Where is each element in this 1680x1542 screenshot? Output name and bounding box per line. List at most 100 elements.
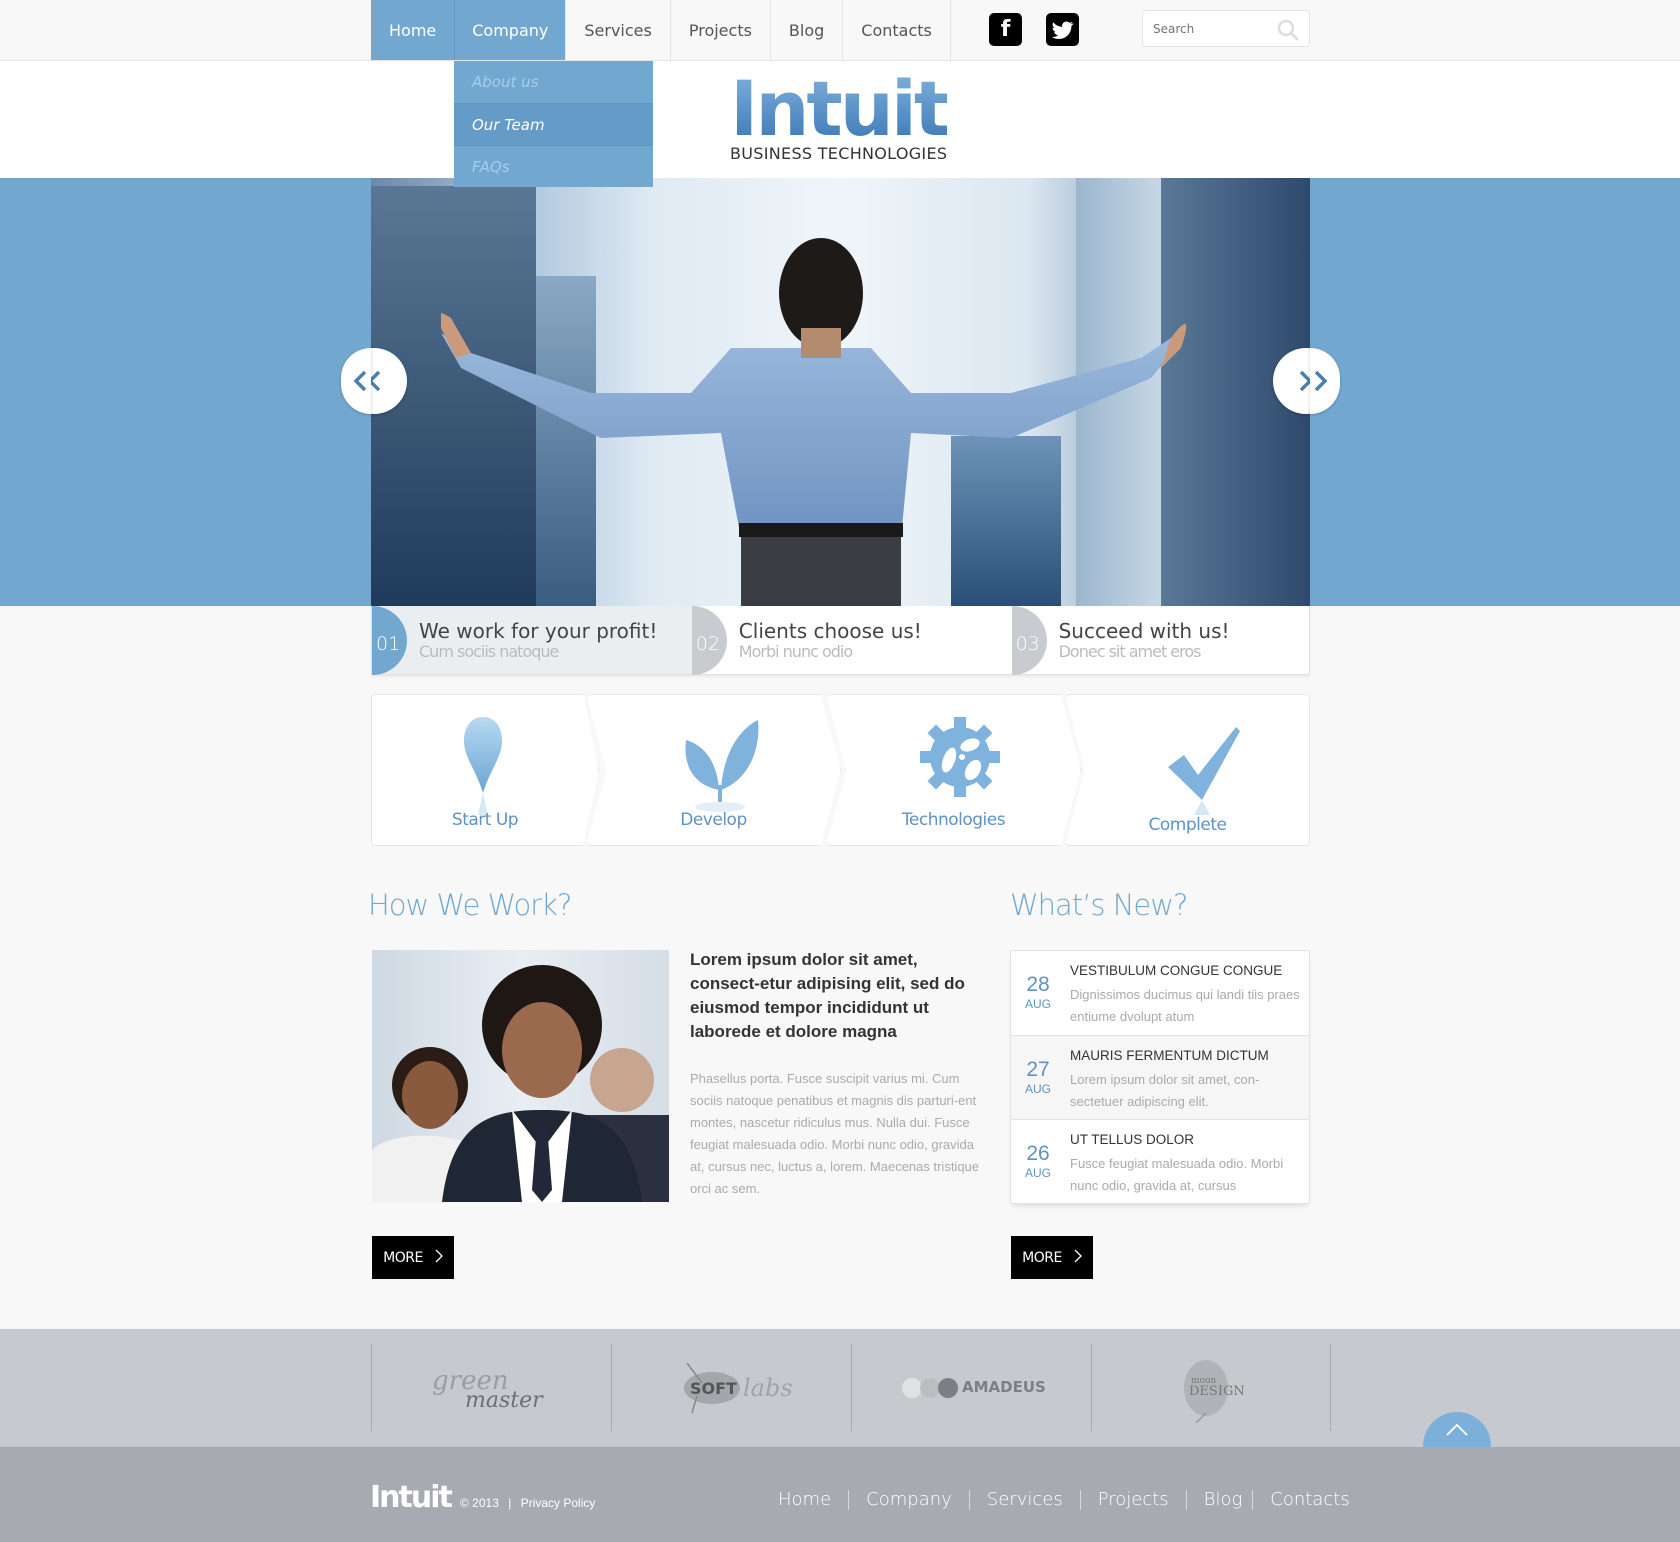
chevron-right-icon <box>1074 1249 1082 1267</box>
facebook-glyph: f <box>1000 17 1011 42</box>
tab-number: 01 <box>372 605 407 675</box>
hero-slide-image <box>371 178 1310 606</box>
news-date: 27 AUG <box>1021 1058 1055 1096</box>
footer-logo[interactable]: Intuit <box>370 1480 453 1515</box>
news-date: 26 AUG <box>1021 1142 1055 1180</box>
twitter-icon[interactable] <box>1046 13 1079 46</box>
footer-nav: Home Company Services Projects Blog Cont… <box>778 1489 1350 1510</box>
footer-divider <box>1252 1489 1254 1510</box>
main-nav: Home Company Services Projects Blog Cont… <box>371 0 951 60</box>
how-lead-text: Lorem ipsum dolor sit amet, consect-etur… <box>690 950 965 1041</box>
footer-divider <box>1079 1489 1081 1510</box>
news-desc: Fusce feugiat malesuada odio. Morbi nunc… <box>1070 1156 1284 1193</box>
news-day: 26 <box>1026 1142 1050 1165</box>
partner-name-part: master <box>465 1388 544 1413</box>
feature-tabs: 01 We work for your profit! Cum sociis na… <box>371 605 1310 675</box>
dropdown-faqs[interactable]: FAQs <box>454 145 653 187</box>
footer-link-contacts[interactable]: Contacts <box>1270 1489 1349 1510</box>
how-heading: How We Work? <box>368 888 572 922</box>
step-label: Complete <box>1148 815 1227 835</box>
footer-copyright-row: © 2013 | Privacy Policy <box>460 1496 595 1510</box>
search-input[interactable] <box>1143 11 1268 46</box>
news-title[interactable]: MAURIS FERMENTUM DICTUM <box>1070 1048 1269 1063</box>
step-start-up[interactable]: Start Up <box>371 694 599 846</box>
news-title[interactable]: UT TELLUS DOLOR <box>1070 1132 1194 1147</box>
partner-soft-labs[interactable]: SOFT labs <box>611 1344 851 1431</box>
how-more-button[interactable]: MORE <box>372 1236 454 1279</box>
search-icon[interactable] <box>1277 19 1299 46</box>
news-item[interactable]: 26 AUG UT TELLUS DOLOR Fusce feugiat male… <box>1011 1119 1309 1203</box>
tab-title: Clients choose us! <box>738 619 922 643</box>
footer-privacy-link[interactable]: Privacy Policy <box>521 1496 596 1510</box>
checkmark-icon <box>1168 727 1240 815</box>
news-desc: Lorem ipsum dolor sit amet, con-sectetue… <box>1070 1072 1260 1109</box>
footer-link-blog[interactable]: Blog <box>1204 1489 1243 1510</box>
feature-tab-2[interactable]: 02 Clients choose us! Morbi nunc odio <box>691 605 1012 675</box>
step-label: Technologies <box>901 810 1006 830</box>
partner-green-master[interactable]: green master <box>371 1344 611 1431</box>
footer-divider <box>968 1489 970 1510</box>
news-month: AUG <box>1024 1082 1051 1096</box>
logo[interactable]: Intuit BUSINESS TECHNOLOGIES <box>730 64 950 164</box>
nav-projects[interactable]: Projects <box>671 0 771 60</box>
soft-labs-logo: SOFT labs <box>683 1362 793 1413</box>
businessman-figure <box>441 238 1187 606</box>
logo-tagline: BUSINESS TECHNOLOGIES <box>730 144 948 163</box>
footer-link-services[interactable]: Services <box>987 1489 1063 1510</box>
news-more-button[interactable]: MORE <box>1011 1236 1093 1279</box>
step-label: Start Up <box>451 810 519 830</box>
step-develop[interactable]: Develop <box>586 694 841 846</box>
feature-tab-1[interactable]: 01 We work for your profit! Cum sociis na… <box>372 605 692 675</box>
chevron-left-icon <box>353 370 367 392</box>
news-title[interactable]: VESTIBULUM CONGUE CONGUE <box>1070 963 1282 978</box>
tab-subtitle: Cum sociis natoque <box>419 642 559 661</box>
nav-company[interactable]: Company <box>455 0 567 60</box>
chevron-right-icon <box>435 1249 443 1267</box>
news-month: AUG <box>1024 997 1051 1011</box>
footer-link-home[interactable]: Home <box>778 1489 831 1510</box>
logo-name: Intuit <box>730 64 950 153</box>
nav-contacts[interactable]: Contacts <box>843 0 951 60</box>
tab-number: 02 <box>691 605 727 675</box>
step-complete[interactable]: Complete <box>1065 694 1310 846</box>
chevron-up-icon <box>1446 1423 1468 1436</box>
partner-moon-design[interactable]: moon DESIGN <box>1091 1344 1331 1431</box>
footer-copyright: © 2013 <box>460 1496 499 1510</box>
chevron-right-icon <box>1314 370 1328 392</box>
company-dropdown: About us Our Team FAQs <box>454 61 653 187</box>
footer-link-projects[interactable]: Projects <box>1098 1489 1169 1510</box>
step-label: Develop <box>680 810 747 830</box>
nav-services[interactable]: Services <box>566 0 671 60</box>
team-photo <box>372 950 669 1202</box>
feature-tab-3[interactable]: 03 Succeed with us! Donec sit amet eros <box>1011 605 1309 675</box>
news-day: 27 <box>1026 1058 1050 1081</box>
svg-text:AMADEUS: AMADEUS <box>962 1378 1046 1396</box>
nav-home[interactable]: Home <box>371 0 456 60</box>
how-body-text: Phasellus porta. Fusce suscipit varius m… <box>690 1071 980 1196</box>
svg-text:DESIGN: DESIGN <box>1189 1384 1245 1399</box>
tab-title: Succeed with us! <box>1058 619 1230 643</box>
facebook-icon[interactable]: f <box>989 13 1022 46</box>
twitter-bird-icon <box>1051 21 1074 39</box>
news-item[interactable]: 27 AUG MAURIS FERMENTUM DICTUM Lorem ipsu… <box>1011 1035 1309 1119</box>
news-day: 28 <box>1026 973 1050 996</box>
nav-blog[interactable]: Blog <box>771 0 844 60</box>
partner-amadeus[interactable]: AMADEUS <box>851 1344 1091 1431</box>
step-technologies[interactable]: Technologies <box>826 694 1081 846</box>
news-desc: Dignissimos ducimus qui landi tiis praes… <box>1070 987 1300 1024</box>
team-photo-image <box>372 965 669 1202</box>
footer-link-company[interactable]: Company <box>866 1489 952 1510</box>
tab-title: We work for your profit! <box>419 619 658 643</box>
news-item[interactable]: 28 AUG VESTIBULUM CONGUE CONGUE Dignissim… <box>1011 951 1309 1035</box>
more-label: MORE <box>1022 1249 1062 1266</box>
svg-text:labs: labs <box>743 1374 793 1402</box>
dropdown-our-team[interactable]: Our Team <box>454 103 653 145</box>
sprout-icon <box>685 720 759 812</box>
news-month: AUG <box>1024 1166 1051 1180</box>
news-heading: What’s New? <box>1010 888 1188 922</box>
moon-design-logo: moon DESIGN <box>1184 1359 1245 1423</box>
pin-icon <box>464 717 502 815</box>
news-list: 28 AUG VESTIBULUM CONGUE CONGUE Dignissim… <box>1010 950 1310 1204</box>
dropdown-about-us[interactable]: About us <box>454 61 653 103</box>
footer-divider <box>848 1489 850 1510</box>
